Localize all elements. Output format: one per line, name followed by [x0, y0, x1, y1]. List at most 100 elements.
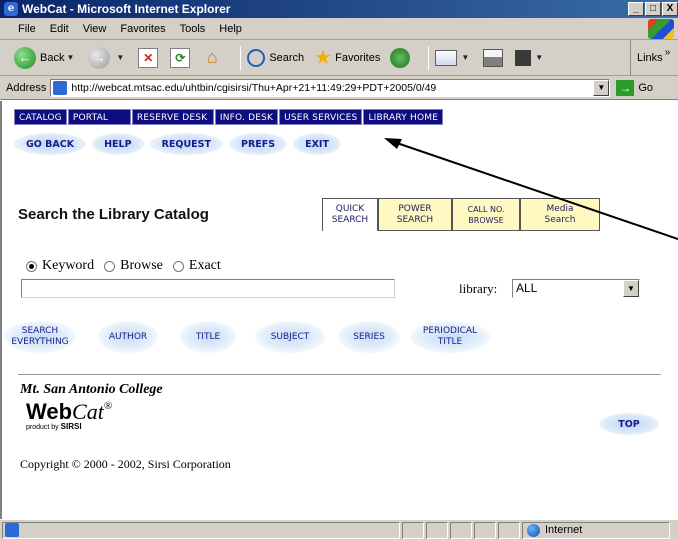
tab-quick-search[interactable]: QUICK SEARCH: [322, 198, 378, 231]
menu-help[interactable]: Help: [212, 23, 249, 35]
tab-label: SEARCH: [331, 215, 369, 225]
search-input[interactable]: [21, 279, 395, 298]
product-by-label: product by: [26, 424, 59, 431]
nav-catalog[interactable]: CATALOG: [14, 109, 67, 125]
menu-view[interactable]: View: [76, 23, 114, 35]
close-button[interactable]: X: [662, 2, 678, 16]
search-icon: [247, 48, 266, 67]
tab-label: QUICK: [335, 204, 365, 214]
chevron-down-icon[interactable]: ▼: [535, 53, 543, 62]
status-cell: [474, 521, 496, 539]
status-cell: [498, 521, 520, 539]
address-label: Address: [6, 81, 47, 94]
tab-call-no-browse[interactable]: CALL NO. BROWSE: [452, 198, 520, 231]
mail-button[interactable]: ▼: [435, 49, 473, 66]
search-button[interactable]: Search: [247, 48, 305, 67]
browser-window: e WebCat - Microsoft Internet Explorer _…: [0, 0, 678, 540]
series-button[interactable]: SERIES: [338, 321, 400, 353]
nav-user-services[interactable]: USER SERVICES: [279, 109, 363, 125]
menu-tools[interactable]: Tools: [173, 23, 213, 35]
go-back-button[interactable]: GO BACK: [14, 133, 87, 155]
request-button[interactable]: REQUEST: [149, 133, 223, 155]
print-icon: [483, 48, 504, 67]
page-icon: [53, 80, 68, 95]
security-zone[interactable]: Internet: [522, 521, 670, 539]
registered-mark: ®: [103, 400, 113, 412]
radio-exact[interactable]: [172, 260, 184, 272]
sirsi-logo: SIRSI: [60, 422, 82, 431]
field-label: SEARCH: [21, 326, 59, 336]
chevron-down-icon[interactable]: ▼: [66, 53, 74, 62]
go-button[interactable]: → Go: [616, 79, 653, 96]
home-button[interactable]: ⌂: [202, 47, 224, 68]
field-label: SERIES: [353, 331, 385, 342]
menu-favorites[interactable]: Favorites: [113, 23, 172, 35]
nav-library-home[interactable]: LIBRARY HOME: [363, 109, 444, 125]
refresh-button[interactable]: ⟳: [170, 47, 192, 68]
address-input[interactable]: http://webcat.mtsac.edu/uhtbin/cgisirsi/…: [50, 78, 611, 97]
stop-icon: ✕: [138, 47, 159, 68]
field-label: PERIODICAL: [422, 326, 478, 336]
search-everything-button[interactable]: SEARCH EVERYTHING: [4, 321, 76, 353]
search-label: Search: [269, 51, 305, 64]
windows-logo-icon: [648, 19, 674, 39]
forward-button[interactable]: → ▼: [88, 46, 128, 69]
divider: [18, 374, 661, 375]
links-label: Links: [637, 52, 663, 64]
tab-power-search[interactable]: POWER SEARCH: [378, 198, 452, 231]
help-button[interactable]: HELP: [92, 133, 144, 155]
address-bar: Address http://webcat.mtsac.edu/uhtbin/c…: [0, 76, 678, 100]
star-icon: ★: [314, 46, 333, 69]
print-button[interactable]: [483, 48, 505, 67]
links-toolbar[interactable]: Links »: [630, 40, 678, 76]
top-button[interactable]: TOP: [599, 413, 659, 435]
window-controls: _ □ X: [627, 2, 678, 16]
stop-button[interactable]: ✕: [138, 47, 160, 68]
back-button[interactable]: ← Back ▼: [14, 46, 78, 69]
media-icon: [390, 47, 411, 68]
search-type-group: Keyword Browse Exact: [24, 258, 229, 274]
edit-icon: [515, 49, 532, 66]
address-url[interactable]: http://webcat.mtsac.edu/uhtbin/cgisirsi/…: [71, 82, 436, 94]
page-content: CATALOG PORTAL RESERVE DESK INFO. DESK U…: [0, 101, 678, 519]
menu-edit[interactable]: Edit: [43, 23, 76, 35]
tab-label: BROWSE: [468, 215, 504, 225]
tab-label: POWER: [398, 203, 432, 214]
chevron-down-icon[interactable]: ▼: [116, 53, 124, 62]
menu-file[interactable]: File: [0, 23, 43, 35]
prefs-button[interactable]: PREFS: [229, 133, 288, 155]
chevron-right-icon[interactable]: »: [665, 47, 671, 58]
author-button[interactable]: AUTHOR: [98, 321, 158, 353]
periodical-title-button[interactable]: PERIODICAL TITLE: [410, 321, 490, 353]
library-select-value: ALL: [516, 281, 538, 295]
mail-icon: [435, 49, 458, 66]
nav-reserve-desk[interactable]: RESERVE DESK: [131, 109, 214, 125]
toolbar-separator: [240, 45, 242, 70]
field-label: EVERYTHING: [11, 337, 69, 347]
college-name: Mt. San Antonio College: [20, 382, 163, 397]
refresh-icon: ⟳: [170, 47, 191, 68]
copyright-text: Copyright © 2000 - 2002, Sirsi Corporati…: [20, 457, 231, 471]
maximize-button[interactable]: □: [645, 2, 661, 16]
radio-browse[interactable]: [104, 260, 116, 272]
top-navigation: CATALOG PORTAL RESERVE DESK INFO. DESK U…: [14, 109, 444, 125]
subject-button[interactable]: SUBJECT: [255, 321, 325, 353]
chevron-down-icon[interactable]: ▼: [623, 280, 639, 297]
title-button[interactable]: TITLE: [180, 321, 236, 353]
library-select[interactable]: ALL ▼: [512, 279, 640, 298]
field-label: SUBJECT: [270, 331, 310, 342]
edit-button[interactable]: ▼: [515, 49, 547, 66]
chevron-down-icon[interactable]: ▼: [593, 79, 610, 96]
nav-info-desk[interactable]: INFO. DESK: [214, 109, 279, 125]
chevron-down-icon[interactable]: ▼: [461, 53, 469, 62]
tab-media-search[interactable]: Media Search: [520, 198, 600, 231]
minimize-button[interactable]: _: [628, 2, 644, 16]
radio-keyword[interactable]: [26, 260, 37, 272]
exit-button[interactable]: EXIT: [293, 133, 341, 155]
media-button[interactable]: [390, 47, 412, 68]
toolbar: ← Back ▼ → ▼ ✕ ⟳ ⌂ Search ★ Favorites ▼ …: [0, 40, 678, 76]
page-title: Search the Library Catalog: [18, 206, 209, 223]
nav-portal[interactable]: PORTAL: [67, 109, 131, 125]
favorites-button[interactable]: ★ Favorites: [314, 48, 380, 68]
window-title: WebCat - Microsoft Internet Explorer: [22, 2, 231, 16]
